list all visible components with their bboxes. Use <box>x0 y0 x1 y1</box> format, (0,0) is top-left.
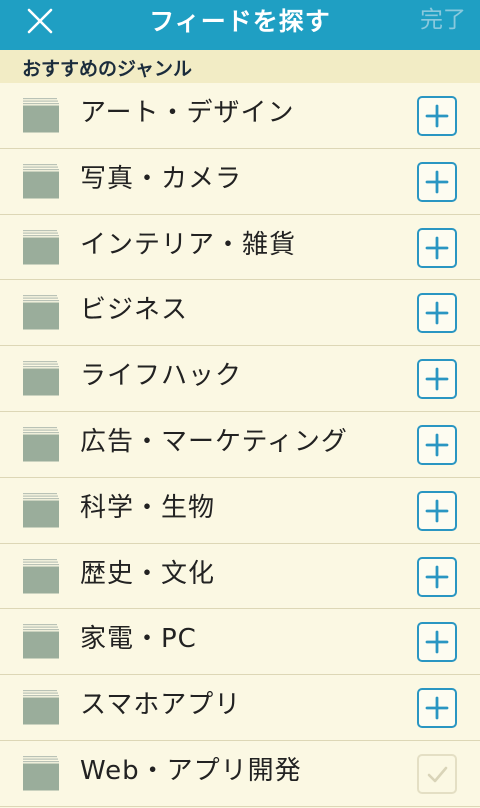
genre-label: スマホアプリ <box>80 690 242 721</box>
done-button[interactable]: 完了 <box>420 0 466 50</box>
folder-icon <box>22 755 60 791</box>
check-icon <box>427 766 448 783</box>
plus-icon <box>425 104 449 128</box>
plus-icon <box>425 499 449 523</box>
genre-label: 写真・カメラ <box>80 163 243 194</box>
genre-row[interactable]: Web・アプリ開発 <box>0 741 480 807</box>
added-button[interactable] <box>417 753 457 794</box>
folder-icon <box>22 558 60 594</box>
plus-icon <box>425 433 449 457</box>
navigation-bar: フィードを探す 完了 <box>0 0 480 50</box>
genre-row[interactable]: 写真・カメラ <box>0 149 480 215</box>
plus-icon <box>425 630 449 654</box>
genre-row[interactable]: 科学・生物 <box>0 478 480 544</box>
genre-list: アート・デザイン 写真・カメラインテリア・雑貨 ビジネスライフハック広告・マーケティ… <box>0 83 480 807</box>
genre-label: 家電・PC <box>80 624 197 655</box>
add-button[interactable] <box>417 490 457 531</box>
section-header: おすすめのジャンル <box>0 50 480 83</box>
folder-icon <box>22 623 60 659</box>
plus-icon <box>425 367 449 391</box>
genre-row[interactable]: アート・デザイン <box>0 83 480 149</box>
folder-icon <box>22 97 60 133</box>
plus-icon <box>425 170 449 194</box>
genre-row[interactable]: 歴史・文化 <box>0 544 480 610</box>
add-button[interactable] <box>417 359 457 400</box>
genre-label: Web・アプリ開発 <box>80 755 302 786</box>
page-title: フィードを探す <box>149 7 331 36</box>
add-button[interactable] <box>417 622 457 663</box>
feed-search-screen: フィードを探す 完了 おすすめのジャンル アート・デザイン 写真・カメラインテリア… <box>0 0 480 808</box>
folder-icon <box>22 689 60 725</box>
genre-row[interactable]: インテリア・雑貨 <box>0 215 480 281</box>
genre-row[interactable]: 広告・マーケティング <box>0 412 480 478</box>
add-button[interactable] <box>417 227 457 268</box>
genre-label: 広告・マーケティング <box>80 426 348 457</box>
folder-icon <box>22 229 60 265</box>
genre-label: ビジネス <box>80 295 189 326</box>
folder-icon <box>22 163 60 199</box>
folder-icon <box>22 426 60 462</box>
plus-icon <box>425 565 449 588</box>
plus-icon <box>425 696 449 720</box>
plus-icon <box>425 301 449 325</box>
add-button[interactable] <box>417 688 457 729</box>
genre-row[interactable]: ビジネス <box>0 280 480 347</box>
folder-icon <box>22 360 60 396</box>
folder-icon <box>22 492 60 528</box>
add-button[interactable] <box>417 96 457 136</box>
plus-icon <box>425 236 449 259</box>
add-button[interactable] <box>417 161 457 202</box>
genre-row[interactable]: ライフハック <box>0 346 480 412</box>
add-button[interactable] <box>417 293 457 334</box>
genre-label: アート・デザイン <box>80 98 295 128</box>
genre-row[interactable]: 家電・PC <box>0 609 480 676</box>
genre-label: 歴史・文化 <box>80 558 216 589</box>
genre-label: ライフハック <box>80 361 243 392</box>
add-button[interactable] <box>417 556 457 597</box>
genre-row[interactable]: スマホアプリ <box>0 675 480 741</box>
genre-label: インテリア・雑貨 <box>80 229 297 260</box>
genre-label: 科学・生物 <box>80 492 216 523</box>
add-button[interactable] <box>417 424 457 465</box>
folder-icon <box>22 294 60 330</box>
